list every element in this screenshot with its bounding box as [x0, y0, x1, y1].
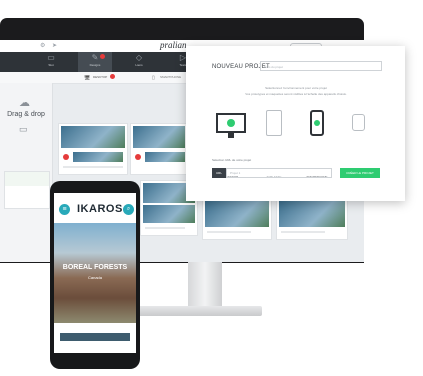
screen-thumbnail: [205, 201, 269, 227]
status-dot: [135, 154, 141, 160]
new-project-modal: NOUVEAU PROJET Nom du projet Sélectionne…: [186, 46, 405, 201]
search-icon[interactable]: ⌕: [123, 204, 134, 215]
monitor-stand: [188, 262, 222, 312]
url-label: Sélection URL de votre projet: [212, 158, 252, 162]
content-block: [60, 333, 130, 341]
screen-card[interactable]: [58, 123, 128, 175]
screen-thumbnail: [5, 172, 49, 186]
send-icon[interactable]: ➤: [52, 42, 57, 49]
hero-image: [54, 223, 136, 323]
tool-label: Slot: [48, 63, 54, 67]
monitor-icon: ▭: [19, 124, 28, 134]
desktop-count-badge: [110, 74, 115, 79]
left-panel: ☁ Drag & drop ▭: [0, 83, 53, 262]
create-project-button[interactable]: CRÉER LE PROJET: [340, 168, 380, 178]
tool-slot[interactable]: ▭ Slot: [34, 52, 68, 72]
modal-description: Vos prototypes et maquettes seront visib…: [245, 92, 347, 96]
device-option-smartwatch[interactable]: [352, 114, 365, 131]
phone-screen: ≡ IKAROS ⌕ BOREAL FORESTS Canada: [54, 193, 136, 353]
device-option-desktop[interactable]: [216, 113, 246, 133]
screen-thumbnail: [279, 201, 345, 227]
device-option-tablet[interactable]: [266, 110, 282, 136]
screen-caption: [281, 231, 325, 233]
project-url-input[interactable]: Projet 1: [226, 168, 332, 178]
status-dot: [63, 154, 69, 160]
tool-liens[interactable]: ◇ Liens: [122, 52, 156, 72]
tool-designs[interactable]: ✎ Designs: [78, 52, 112, 72]
screen-thumbnail: [145, 152, 185, 162]
notification-badge: [100, 54, 105, 59]
screen-card[interactable]: [4, 171, 50, 209]
project-name-input[interactable]: Nom du projet: [260, 61, 382, 71]
screen-caption: [207, 231, 251, 233]
tool-label: Liens: [135, 63, 143, 67]
tab-desktop[interactable]: DESKTOP: [93, 75, 107, 79]
menu-icon[interactable]: ≡: [59, 204, 70, 215]
tab-smartphone[interactable]: SMARTPHONE: [160, 75, 181, 79]
tag-icon: ◇: [135, 53, 143, 62]
selected-indicator: [314, 120, 320, 126]
tablet-icon: ▭: [47, 53, 55, 62]
gear-icon[interactable]: ⚙: [40, 42, 45, 49]
smartphone-icon[interactable]: ▯: [152, 75, 155, 81]
screen-card[interactable]: [276, 198, 348, 240]
monitor-base: [132, 306, 262, 316]
screen-caption: [145, 227, 185, 229]
desktop-icon[interactable]: 🖥: [84, 75, 90, 81]
screen-card[interactable]: [202, 198, 272, 240]
url-prefix: URL: [212, 168, 226, 178]
upload-cloud-icon: ☁: [19, 97, 30, 109]
hero-title: BOREAL FORESTS: [62, 264, 128, 271]
modal-description: Sélectionnez l'environnement pour votre …: [265, 86, 327, 90]
screen-thumbnail: [143, 205, 195, 223]
brush-icon: ✎: [91, 53, 99, 62]
screen-thumbnail: [73, 152, 123, 162]
screen-thumbnail: [133, 126, 185, 148]
brand-title: IKAROS: [77, 203, 123, 215]
selected-indicator: [227, 119, 235, 127]
hero-subtitle: Canada: [87, 275, 102, 280]
device-option-smartphone[interactable]: [310, 110, 324, 136]
desktop-stand-icon: [228, 133, 234, 138]
screen-thumbnail: [61, 126, 125, 148]
drag-drop-label[interactable]: Drag & drop: [0, 111, 52, 118]
app-logo: pralian: [160, 40, 187, 50]
screen-caption: [63, 166, 123, 168]
screen-card[interactable]: [130, 123, 188, 175]
tool-label: Designs: [89, 63, 101, 67]
